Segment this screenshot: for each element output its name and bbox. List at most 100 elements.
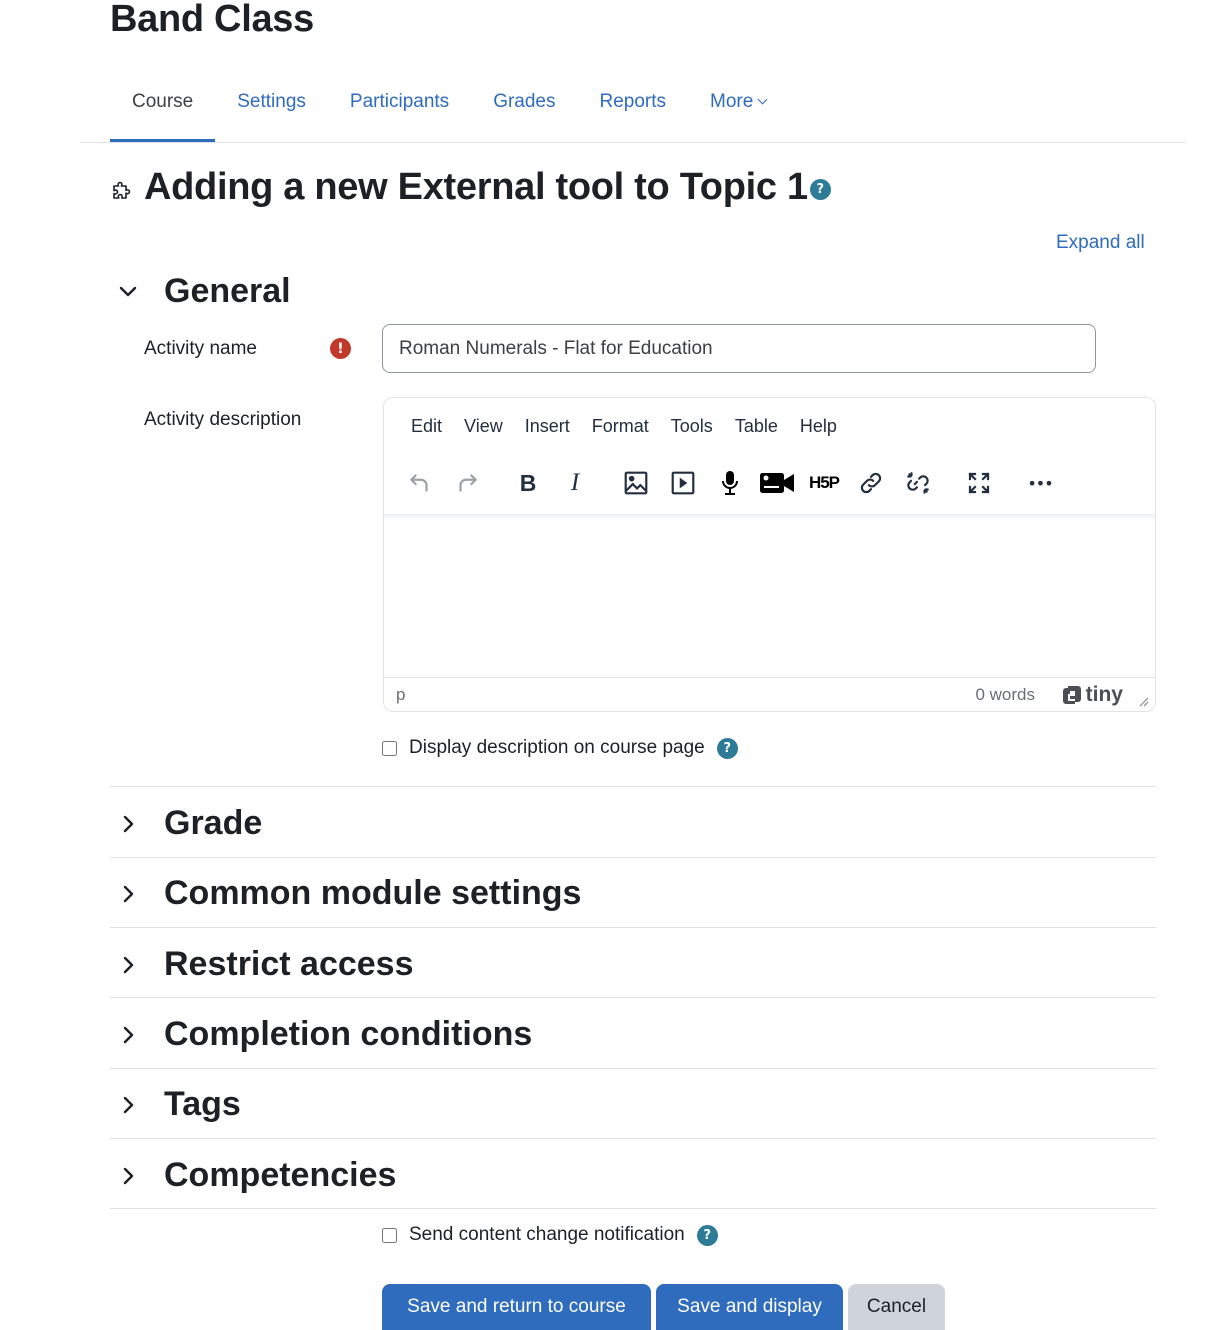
tiny-brand-text: tiny <box>1085 683 1123 706</box>
section-divider <box>110 1068 1156 1069</box>
help-icon[interactable]: ? <box>716 737 738 759</box>
section-grade-header[interactable]: Grade <box>110 804 262 843</box>
fullscreen-button[interactable] <box>959 463 999 503</box>
h5p-button[interactable]: H5P <box>804 463 844 503</box>
menu-format[interactable]: Format <box>581 416 660 437</box>
section-divider <box>110 1138 1156 1139</box>
image-icon <box>624 471 648 495</box>
section-divider <box>110 1208 1156 1209</box>
media-icon <box>671 471 695 495</box>
resize-handle-icon[interactable] <box>1137 695 1149 707</box>
puzzle-piece-icon <box>113 181 131 199</box>
editor-content-area[interactable] <box>384 518 1155 678</box>
chevron-down-icon <box>110 274 146 310</box>
cancel-button[interactable]: Cancel <box>848 1284 945 1330</box>
section-restrict-access-title: Restrict access <box>164 945 414 983</box>
menu-edit[interactable]: Edit <box>400 416 453 437</box>
record-audio-icon <box>722 471 738 495</box>
undo-button[interactable] <box>400 463 440 503</box>
display-description-row: Display description on course page ? <box>382 737 738 759</box>
section-general-header[interactable]: General <box>110 272 291 311</box>
link-icon <box>860 472 882 494</box>
bold-icon: B <box>519 469 537 496</box>
activity-name-input[interactable] <box>382 324 1096 373</box>
section-divider <box>110 997 1156 998</box>
more-icon: ••• <box>1027 473 1053 493</box>
section-competencies-title: Competencies <box>164 1156 397 1194</box>
insert-media-button[interactable] <box>663 463 703 503</box>
h5p-icon: H5P <box>808 473 840 492</box>
tab-reports-label: Reports <box>599 91 667 112</box>
display-description-checkbox[interactable] <box>382 740 397 756</box>
send-notification-label[interactable]: Send content change notification <box>409 1224 685 1246</box>
record-video-button[interactable] <box>757 463 797 503</box>
tab-participants[interactable]: Participants <box>328 78 471 143</box>
tab-course[interactable]: Course <box>110 78 216 143</box>
link-button[interactable] <box>851 463 891 503</box>
unlink-icon <box>907 472 929 494</box>
section-general-title: General <box>164 272 291 310</box>
expand-all-link[interactable]: Expand all <box>1056 232 1145 254</box>
word-count[interactable]: 0 words <box>975 685 1035 705</box>
tab-participants-label: Participants <box>349 91 450 112</box>
course-title: Band Class <box>110 0 314 40</box>
section-divider <box>110 786 1156 787</box>
section-common-module-header[interactable]: Common module settings <box>110 874 581 913</box>
page-heading: Adding a new External tool to Topic 1 ? <box>110 166 831 209</box>
editor-menubar: Edit View Insert Format Tools Table Help <box>400 416 848 437</box>
section-completion-title: Completion conditions <box>164 1015 533 1053</box>
menu-help[interactable]: Help <box>789 416 848 437</box>
tab-more-label: More <box>710 91 754 112</box>
nav-divider <box>80 142 1186 143</box>
more-toolbar-button[interactable]: ••• <box>1020 463 1060 503</box>
activity-name-label: Activity name <box>144 338 257 359</box>
send-notification-checkbox[interactable] <box>382 1227 397 1243</box>
record-audio-button[interactable] <box>710 463 750 503</box>
description-editor: Edit View Insert Format Tools Table Help… <box>383 397 1156 712</box>
menu-insert[interactable]: Insert <box>514 416 581 437</box>
tab-grades-label: Grades <box>493 91 556 112</box>
save-and-return-button[interactable]: Save and return to course <box>382 1284 651 1330</box>
section-divider <box>110 857 1156 858</box>
section-tags-title: Tags <box>164 1085 241 1123</box>
tab-settings[interactable]: Settings <box>215 78 328 143</box>
element-path[interactable]: p <box>396 685 405 705</box>
menu-view[interactable]: View <box>453 416 514 437</box>
page-title: Adding a new External tool to Topic 1 <box>144 166 808 208</box>
tab-settings-label: Settings <box>237 91 306 112</box>
tab-reports[interactable]: Reports <box>578 78 689 143</box>
send-notification-row: Send content change notification ? <box>382 1224 718 1246</box>
redo-icon <box>459 474 477 492</box>
menu-table[interactable]: Table <box>724 416 789 437</box>
save-and-display-button[interactable]: Save and display <box>656 1284 843 1330</box>
chevron-right-icon <box>110 1087 146 1123</box>
help-icon[interactable]: ? <box>809 179 831 200</box>
section-completion-header[interactable]: Completion conditions <box>110 1015 532 1054</box>
display-description-label[interactable]: Display description on course page <box>409 737 705 759</box>
tiny-logo-icon <box>1062 686 1081 704</box>
section-grade-title: Grade <box>164 804 263 842</box>
italic-icon: I <box>570 469 580 496</box>
redo-button[interactable] <box>447 463 487 503</box>
section-tags-header[interactable]: Tags <box>110 1085 241 1124</box>
required-icon: ! <box>330 338 351 359</box>
chevron-right-icon <box>110 1017 146 1053</box>
tab-grades[interactable]: Grades <box>471 78 577 143</box>
tiny-brand-link[interactable]: tiny <box>1062 683 1123 707</box>
section-restrict-access-header[interactable]: Restrict access <box>110 945 414 984</box>
menu-tools[interactable]: Tools <box>660 416 724 437</box>
section-competencies-header[interactable]: Competencies <box>110 1156 396 1195</box>
tab-more[interactable]: More <box>688 78 788 143</box>
section-divider <box>110 927 1156 928</box>
chevron-right-icon <box>110 1158 146 1194</box>
chevron-right-icon <box>110 947 146 983</box>
unlink-button[interactable] <box>898 463 938 503</box>
secondary-navigation: Course Settings Participants Grades Repo… <box>110 78 788 143</box>
editor-toolbar: B I H5P ••• <box>400 460 1067 506</box>
section-common-module-title: Common module settings <box>164 874 582 912</box>
help-icon[interactable]: ? <box>696 1224 718 1246</box>
insert-image-button[interactable] <box>616 463 656 503</box>
tab-course-label: Course <box>132 91 194 112</box>
bold-button[interactable]: B <box>508 463 548 503</box>
italic-button[interactable]: I <box>555 463 595 503</box>
